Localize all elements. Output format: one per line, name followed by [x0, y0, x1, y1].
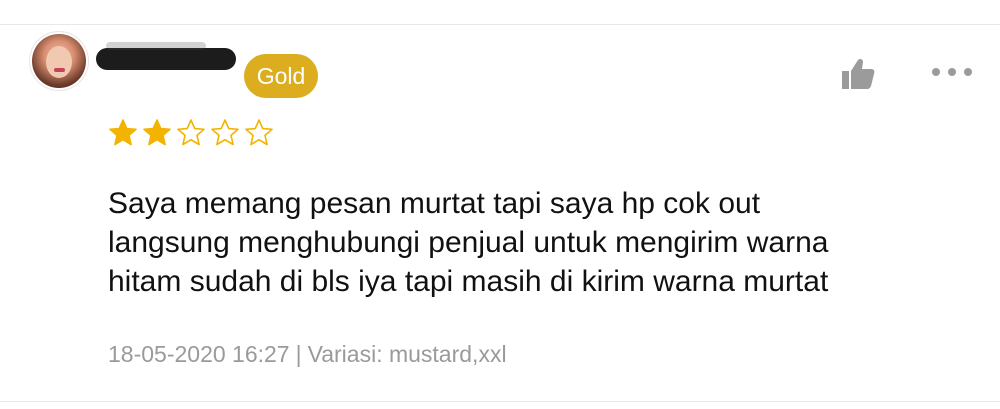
review-card: Gold Saya memang pesan murtat tapi saya … — [0, 0, 1000, 409]
membership-badge: Gold — [244, 54, 318, 98]
star-filled-icon — [143, 119, 171, 146]
thumbs-up-icon[interactable] — [838, 54, 878, 94]
star-outline-icon — [245, 119, 273, 146]
review-text: Saya memang pesan murtat tapi saya hp co… — [108, 187, 829, 298]
user-avatar[interactable] — [32, 34, 86, 88]
review-variant: Variasi: mustard,xxl — [307, 341, 507, 367]
star-outline-icon — [211, 119, 239, 146]
star-outline-icon — [177, 119, 205, 146]
bottom-divider — [0, 401, 1000, 402]
star-rating — [108, 118, 278, 148]
review-datetime: 18-05-2020 16:27 — [108, 341, 290, 367]
username-redacted — [96, 42, 236, 70]
star-filled-icon — [109, 119, 137, 146]
review-meta: 18-05-2020 16:27 | Variasi: mustard,xxl — [108, 338, 507, 370]
meta-separator: | — [295, 341, 302, 367]
avatar-face — [46, 46, 72, 78]
avatar-mouth — [54, 68, 65, 72]
more-dots-icon[interactable] — [930, 64, 974, 80]
